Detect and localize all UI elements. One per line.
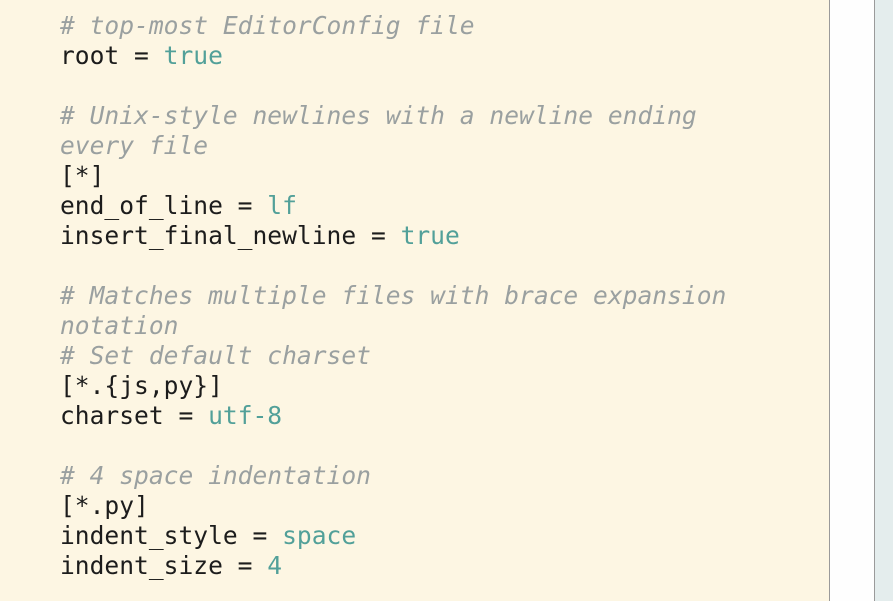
- code-line-comment: every file: [60, 131, 726, 161]
- code-line-comment: # Set default charset: [60, 341, 726, 371]
- code-line-section: [*]: [60, 161, 726, 191]
- scrollbar-region[interactable]: [829, 0, 893, 601]
- section-header-token: [*.py]: [60, 491, 149, 520]
- code-line-pair: indent_style = space: [60, 521, 726, 551]
- vertical-scrollbar-track[interactable]: [830, 0, 874, 601]
- assignment-operator-token: =: [222, 551, 268, 580]
- code-line-pair: root = true: [60, 41, 726, 71]
- code-line-pair: insert_final_newline = true: [60, 221, 726, 251]
- code-line-pair: indent_size = 4: [60, 551, 726, 581]
- comment-token: # Unix-style newlines with a newline end…: [60, 101, 697, 130]
- code-line-section: [*.py]: [60, 491, 726, 521]
- comment-token: # top-most EditorConfig file: [60, 11, 475, 40]
- assignment-operator-token: =: [237, 521, 283, 550]
- assignment-operator-token: =: [163, 401, 209, 430]
- property-key-token: root: [60, 41, 120, 70]
- property-value-token: space: [282, 521, 357, 550]
- code-line-comment: # Unix-style newlines with a newline end…: [60, 101, 726, 131]
- property-value-token: lf: [267, 191, 297, 220]
- code-line-comment: # top-most EditorConfig file: [60, 11, 726, 41]
- property-value-token: 4: [267, 551, 283, 580]
- section-header-token: [*]: [60, 161, 105, 190]
- code-line-pair: end_of_line = lf: [60, 191, 726, 221]
- assignment-operator-token: =: [222, 191, 268, 220]
- assignment-operator-token: =: [119, 41, 164, 70]
- property-key-token: insert_final_newline: [60, 221, 357, 250]
- property-value-token: true: [400, 221, 460, 250]
- code-line-section: [*.{js,py}]: [60, 371, 726, 401]
- comment-token: # 4 space indentation: [60, 461, 371, 490]
- code-pane[interactable]: # top-most EditorConfig file root = true …: [0, 0, 829, 601]
- property-key-token: indent_style: [60, 521, 238, 550]
- editorconfig-code-block: # top-most EditorConfig file root = true …: [60, 11, 726, 581]
- comment-token: every file: [60, 131, 209, 160]
- code-line-comment: # Matches multiple files with brace expa…: [60, 281, 726, 311]
- property-value-token: utf-8: [208, 401, 283, 430]
- comment-token: # Matches multiple files with brace expa…: [60, 281, 727, 310]
- property-key-token: indent_size: [60, 551, 223, 580]
- side-panel: [875, 0, 893, 601]
- property-key-token: charset: [60, 401, 164, 430]
- code-viewer-frame: # top-most EditorConfig file root = true …: [0, 0, 893, 601]
- section-header-token: [*.{js,py}]: [60, 371, 223, 400]
- property-key-token: end_of_line: [60, 191, 223, 220]
- comment-token: # Set default charset: [60, 341, 371, 370]
- property-value-token: true: [163, 41, 223, 70]
- assignment-operator-token: =: [356, 221, 401, 250]
- comment-token: notation: [60, 311, 179, 340]
- code-line-comment: notation: [60, 311, 726, 341]
- code-line-pair: charset = utf-8: [60, 401, 726, 431]
- code-line-comment: # 4 space indentation: [60, 461, 726, 491]
